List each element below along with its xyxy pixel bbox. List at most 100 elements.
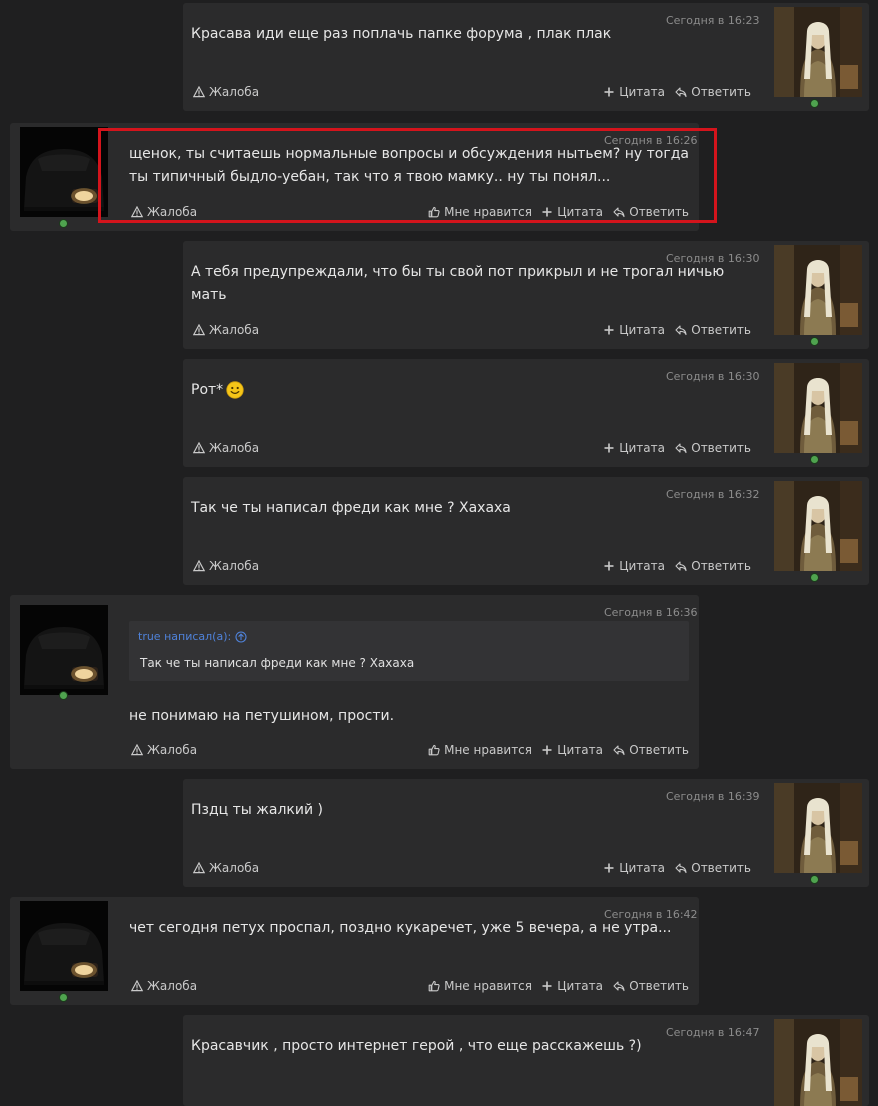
report-label: Жалоба [209, 85, 260, 99]
post-text: Пздц ты жалкий ) [191, 802, 323, 818]
report-button[interactable]: Жалоба [193, 441, 259, 455]
avatar[interactable] [20, 127, 108, 217]
online-status-icon [59, 691, 68, 700]
quote-button[interactable]: Цитата [603, 559, 665, 573]
quote-label: Цитата [557, 743, 603, 757]
plus-icon [603, 862, 615, 874]
report-label: Жалоба [209, 559, 260, 573]
like-button[interactable]: Мне нравится [428, 743, 532, 757]
quote-label: Цитата [619, 441, 665, 455]
post-actions: Жалоба Цитата Ответить [193, 441, 751, 457]
quote-button[interactable]: Цитата [541, 743, 603, 757]
reply-label: Ответить [691, 323, 751, 337]
avatar[interactable] [774, 783, 862, 873]
reply-button[interactable]: Ответить [613, 979, 689, 993]
quote-button[interactable]: Цитата [603, 323, 665, 337]
quote-button[interactable]: Цитата [541, 205, 603, 219]
post-actions: Жалоба Мне нравится Цитата Ответить [131, 205, 689, 221]
warning-icon [193, 86, 205, 98]
quote-button[interactable]: Цитата [603, 441, 665, 455]
post: Сегодня в 16:30 Рот* Жалоба Цитата Ответ… [183, 359, 869, 467]
post-actions: Жалоба Мне нравится Цитата Ответить [131, 743, 689, 759]
report-label: Жалоба [209, 861, 260, 875]
report-button[interactable]: Жалоба [193, 861, 259, 875]
report-button[interactable]: Жалоба [131, 979, 197, 993]
post-actions: Жалоба Цитата Ответить [193, 323, 751, 339]
online-status-icon [59, 219, 68, 228]
reply-label: Ответить [629, 743, 689, 757]
reply-button[interactable]: Ответить [675, 323, 751, 337]
report-label: Жалоба [209, 441, 260, 455]
post: Сегодня в 16:47 Красавчик , просто интер… [183, 1015, 869, 1106]
plus-icon [541, 206, 553, 218]
reply-label: Ответить [691, 559, 751, 573]
report-button[interactable]: Жалоба [193, 85, 259, 99]
post-actions: Жалоба Цитата Ответить [193, 861, 751, 877]
reply-label: Ответить [691, 441, 751, 455]
warning-icon [131, 206, 143, 218]
thumbs-up-icon [428, 206, 440, 218]
like-label: Мне нравится [444, 205, 532, 219]
post: Сегодня в 16:23 Красава иди еще раз попл… [183, 3, 869, 111]
online-status-icon [59, 993, 68, 1002]
thumbs-up-icon [428, 744, 440, 756]
reply-icon [613, 980, 625, 992]
post: Сегодня в 16:26 щенок, ты считаешь норма… [10, 123, 699, 231]
avatar[interactable] [774, 7, 862, 97]
report-label: Жалоба [147, 979, 198, 993]
post-text: Красава иди еще раз поплачь папке форума… [191, 26, 612, 42]
reply-icon [675, 324, 687, 336]
post-time: Сегодня в 16:36 [604, 606, 698, 619]
like-button[interactable]: Мне нравится [428, 979, 532, 993]
quote-button[interactable]: Цитата [541, 979, 603, 993]
post-actions: Жалоба Цитата Ответить [193, 559, 751, 575]
plus-icon [541, 744, 553, 756]
arrow-up-circle-icon [235, 630, 247, 643]
quote-button[interactable]: Цитата [603, 85, 665, 99]
reply-button[interactable]: Ответить [675, 559, 751, 573]
report-button[interactable]: Жалоба [131, 743, 197, 757]
quote-label: Цитата [619, 323, 665, 337]
like-button[interactable]: Мне нравится [428, 205, 532, 219]
avatar[interactable] [20, 605, 108, 695]
avatar[interactable] [774, 245, 862, 335]
online-status-icon [810, 573, 819, 582]
quote-label: Цитата [557, 979, 603, 993]
post: Сегодня в 16:36 true написал(а): Так че … [10, 595, 699, 769]
reply-label: Ответить [629, 979, 689, 993]
quote-author-label: true написал(а): [138, 630, 232, 643]
online-status-icon [810, 99, 819, 108]
reply-label: Ответить [691, 861, 751, 875]
warning-icon [131, 744, 143, 756]
avatar[interactable] [774, 1019, 862, 1106]
post: Сегодня в 16:30 А тебя предупреждали, чт… [183, 241, 869, 349]
reply-button[interactable]: Ответить [613, 743, 689, 757]
reply-button[interactable]: Ответить [613, 205, 689, 219]
post: Сегодня в 16:42 чет сегодня петух проспа… [10, 897, 699, 1005]
reply-button[interactable]: Ответить [675, 861, 751, 875]
post-text: Красавчик , просто интернет герой , что … [191, 1038, 642, 1054]
avatar[interactable] [774, 363, 862, 453]
quote-label: Цитата [619, 85, 665, 99]
post-text: щенок, ты считаешь нормальные вопросы и … [129, 146, 689, 185]
online-status-icon [810, 455, 819, 464]
post: Сегодня в 16:32 Так че ты написал фреди … [183, 477, 869, 585]
plus-icon [603, 86, 615, 98]
report-button[interactable]: Жалоба [131, 205, 197, 219]
quote-button[interactable]: Цитата [603, 861, 665, 875]
report-button[interactable]: Жалоба [193, 559, 259, 573]
avatar[interactable] [774, 481, 862, 571]
reply-button[interactable]: Ответить [675, 85, 751, 99]
warning-icon [193, 560, 205, 572]
reply-button[interactable]: Ответить [675, 441, 751, 455]
warning-icon [131, 980, 143, 992]
report-button[interactable]: Жалоба [193, 323, 259, 337]
quote-author-link[interactable]: true написал(а): [138, 630, 247, 643]
post-text: Рот* [191, 379, 751, 402]
quote-block: true написал(а): Так че ты написал фреди… [129, 621, 689, 681]
reply-icon [613, 206, 625, 218]
avatar[interactable] [20, 901, 108, 991]
post-text: чет сегодня петух проспал, поздно кукаре… [129, 920, 672, 936]
quote-label: Цитата [557, 205, 603, 219]
quote-label: Цитата [619, 559, 665, 573]
